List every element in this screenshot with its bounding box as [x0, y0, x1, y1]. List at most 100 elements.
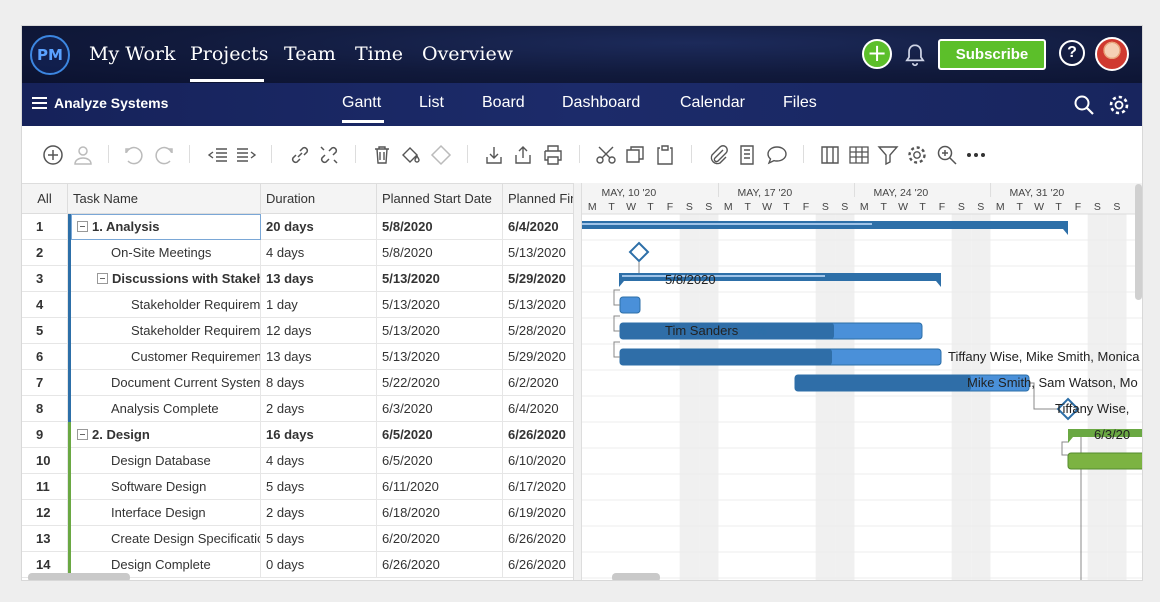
attachment-paperclip-icon[interactable]: [706, 143, 730, 167]
duration-cell[interactable]: 13 days: [261, 344, 377, 370]
task-name-cell[interactable]: 1. Analysis: [71, 214, 261, 240]
finish-date-cell[interactable]: 6/19/2020: [503, 500, 573, 526]
finish-date-cell[interactable]: 6/17/2020: [503, 474, 573, 500]
start-date-cell[interactable]: 6/5/2020: [377, 448, 503, 474]
tab-files[interactable]: Files: [783, 94, 817, 112]
col-header-task-name[interactable]: Task Name: [68, 183, 261, 214]
gantt-horizontal-scrollbar[interactable]: [612, 573, 660, 580]
notes-document-icon[interactable]: [735, 143, 759, 167]
start-date-cell[interactable]: 5/13/2020: [377, 266, 503, 292]
table-row[interactable]: 2 On-Site Meetings 4 days 5/8/2020 5/13/2020: [22, 240, 573, 266]
col-header-planned-finish[interactable]: Planned Finish: [503, 183, 573, 214]
user-avatar[interactable]: [1095, 37, 1129, 71]
start-date-cell[interactable]: 5/8/2020: [377, 240, 503, 266]
finish-date-cell[interactable]: 6/2/2020: [503, 370, 573, 396]
tab-gantt[interactable]: Gantt: [342, 94, 381, 112]
cut-scissors-icon[interactable]: [594, 143, 618, 167]
start-date-cell[interactable]: 6/18/2020: [377, 500, 503, 526]
table-row[interactable]: 7 Document Current Systems 8 days 5/22/2020…: [22, 370, 573, 396]
finish-date-cell[interactable]: 6/26/2020: [503, 552, 573, 578]
table-row[interactable]: 3 Discussions with Stakeholders13 days5/1…: [22, 266, 573, 292]
assign-user-icon[interactable]: [71, 143, 95, 167]
outdent-icon[interactable]: [206, 143, 230, 167]
task-name-cell[interactable]: Software Design: [71, 474, 261, 500]
pane-splitter[interactable]: [573, 183, 582, 580]
table-row[interactable]: 9 2. Design 16 days 6/5/2020 6/26/2020: [22, 422, 573, 448]
more-options-icon[interactable]: [964, 143, 988, 167]
start-date-cell[interactable]: 5/22/2020: [377, 370, 503, 396]
finish-date-cell[interactable]: 6/26/2020: [503, 526, 573, 552]
tab-board[interactable]: Board: [482, 94, 525, 112]
collapse-toggle-icon[interactable]: [77, 221, 88, 233]
duration-cell[interactable]: 2 days: [261, 396, 377, 422]
finish-date-cell[interactable]: 5/13/2020: [503, 240, 573, 266]
table-row[interactable]: 5 Stakeholder Requirements12 days5/13/202…: [22, 318, 573, 344]
finish-date-cell[interactable]: 6/4/2020: [503, 396, 573, 422]
task-name-cell[interactable]: Stakeholder Requirements: [71, 318, 261, 344]
start-date-cell[interactable]: 5/13/2020: [377, 292, 503, 318]
copy-icon[interactable]: [623, 143, 647, 167]
finish-date-cell[interactable]: 6/26/2020: [503, 422, 573, 448]
comment-bubble-icon[interactable]: [765, 143, 789, 167]
duration-cell[interactable]: 0 days: [261, 552, 377, 578]
indent-icon[interactable]: [234, 143, 258, 167]
undo-icon[interactable]: [122, 143, 146, 167]
duration-cell[interactable]: 5 days: [261, 526, 377, 552]
duration-cell[interactable]: 2 days: [261, 500, 377, 526]
add-new-button[interactable]: +: [862, 39, 892, 69]
collapse-toggle-icon[interactable]: [77, 429, 88, 441]
col-header-duration[interactable]: Duration: [261, 183, 377, 214]
export-share-icon[interactable]: [511, 143, 535, 167]
nav-team[interactable]: Team: [284, 43, 336, 65]
duration-cell[interactable]: 13 days: [261, 266, 377, 292]
tab-dashboard[interactable]: Dashboard: [562, 94, 640, 112]
table-row[interactable]: 1 1. Analysis 20 days 5/8/2020 6/4/2020: [22, 214, 573, 240]
print-icon[interactable]: [541, 143, 565, 167]
duration-cell[interactable]: 1 day: [261, 292, 377, 318]
milestone-diamond-icon[interactable]: [429, 143, 453, 167]
redo-icon[interactable]: [152, 143, 176, 167]
finish-date-cell[interactable]: 5/29/2020: [503, 344, 573, 370]
help-icon[interactable]: ?: [1059, 40, 1085, 66]
start-date-cell[interactable]: 6/26/2020: [377, 552, 503, 578]
columns-icon[interactable]: [818, 143, 842, 167]
finish-date-cell[interactable]: 5/29/2020: [503, 266, 573, 292]
finish-date-cell[interactable]: 6/4/2020: [503, 214, 573, 240]
table-row[interactable]: 11 Software Design 5 days 6/11/2020 6/17/202…: [22, 474, 573, 500]
start-date-cell[interactable]: 5/13/2020: [377, 344, 503, 370]
start-date-cell[interactable]: 6/20/2020: [377, 526, 503, 552]
finish-date-cell[interactable]: 5/13/2020: [503, 292, 573, 318]
col-header-all[interactable]: All: [22, 183, 68, 214]
tab-list[interactable]: List: [419, 94, 444, 112]
settings-gear-icon[interactable]: [905, 143, 929, 167]
duration-cell[interactable]: 8 days: [261, 370, 377, 396]
search-icon[interactable]: [1072, 93, 1096, 117]
zoom-in-icon[interactable]: [935, 143, 959, 167]
duration-cell[interactable]: 5 days: [261, 474, 377, 500]
hamburger-menu-icon[interactable]: [32, 97, 47, 109]
table-row[interactable]: 13 Create Design Specifications5 days6/20…: [22, 526, 573, 552]
paste-clipboard-icon[interactable]: [653, 143, 677, 167]
task-name-cell[interactable]: Analysis Complete: [71, 396, 261, 422]
duration-cell[interactable]: 4 days: [261, 448, 377, 474]
finish-date-cell[interactable]: 6/10/2020: [503, 448, 573, 474]
task-name-cell[interactable]: Discussions with Stakeholders: [71, 266, 261, 292]
table-row[interactable]: 12 Interface Design 2 days 6/18/2020 6/19/20…: [22, 500, 573, 526]
task-name-cell[interactable]: On-Site Meetings: [71, 240, 261, 266]
nav-overview[interactable]: Overview: [422, 43, 513, 65]
task-name-cell[interactable]: 2. Design: [71, 422, 261, 448]
finish-date-cell[interactable]: 5/28/2020: [503, 318, 573, 344]
subscribe-button[interactable]: Subscribe: [938, 39, 1046, 70]
grid-table-icon[interactable]: [847, 143, 871, 167]
start-date-cell[interactable]: 6/3/2020: [377, 396, 503, 422]
task-name-cell[interactable]: Stakeholder Requirements: [71, 292, 261, 318]
nav-projects[interactable]: Projects: [190, 43, 268, 65]
link-icon[interactable]: [288, 143, 312, 167]
task-name-cell[interactable]: Document Current Systems: [71, 370, 261, 396]
table-row[interactable]: 8 Analysis Complete 2 days 6/3/2020 6/4/2020: [22, 396, 573, 422]
collapse-toggle-icon[interactable]: [97, 273, 108, 285]
add-task-icon[interactable]: [41, 143, 65, 167]
duration-cell[interactable]: 12 days: [261, 318, 377, 344]
table-row[interactable]: 10 Design Database 4 days 6/5/2020 6/10/2020: [22, 448, 573, 474]
table-row[interactable]: 6 Customer Requirements 13 days 5/13/2020 5/…: [22, 344, 573, 370]
